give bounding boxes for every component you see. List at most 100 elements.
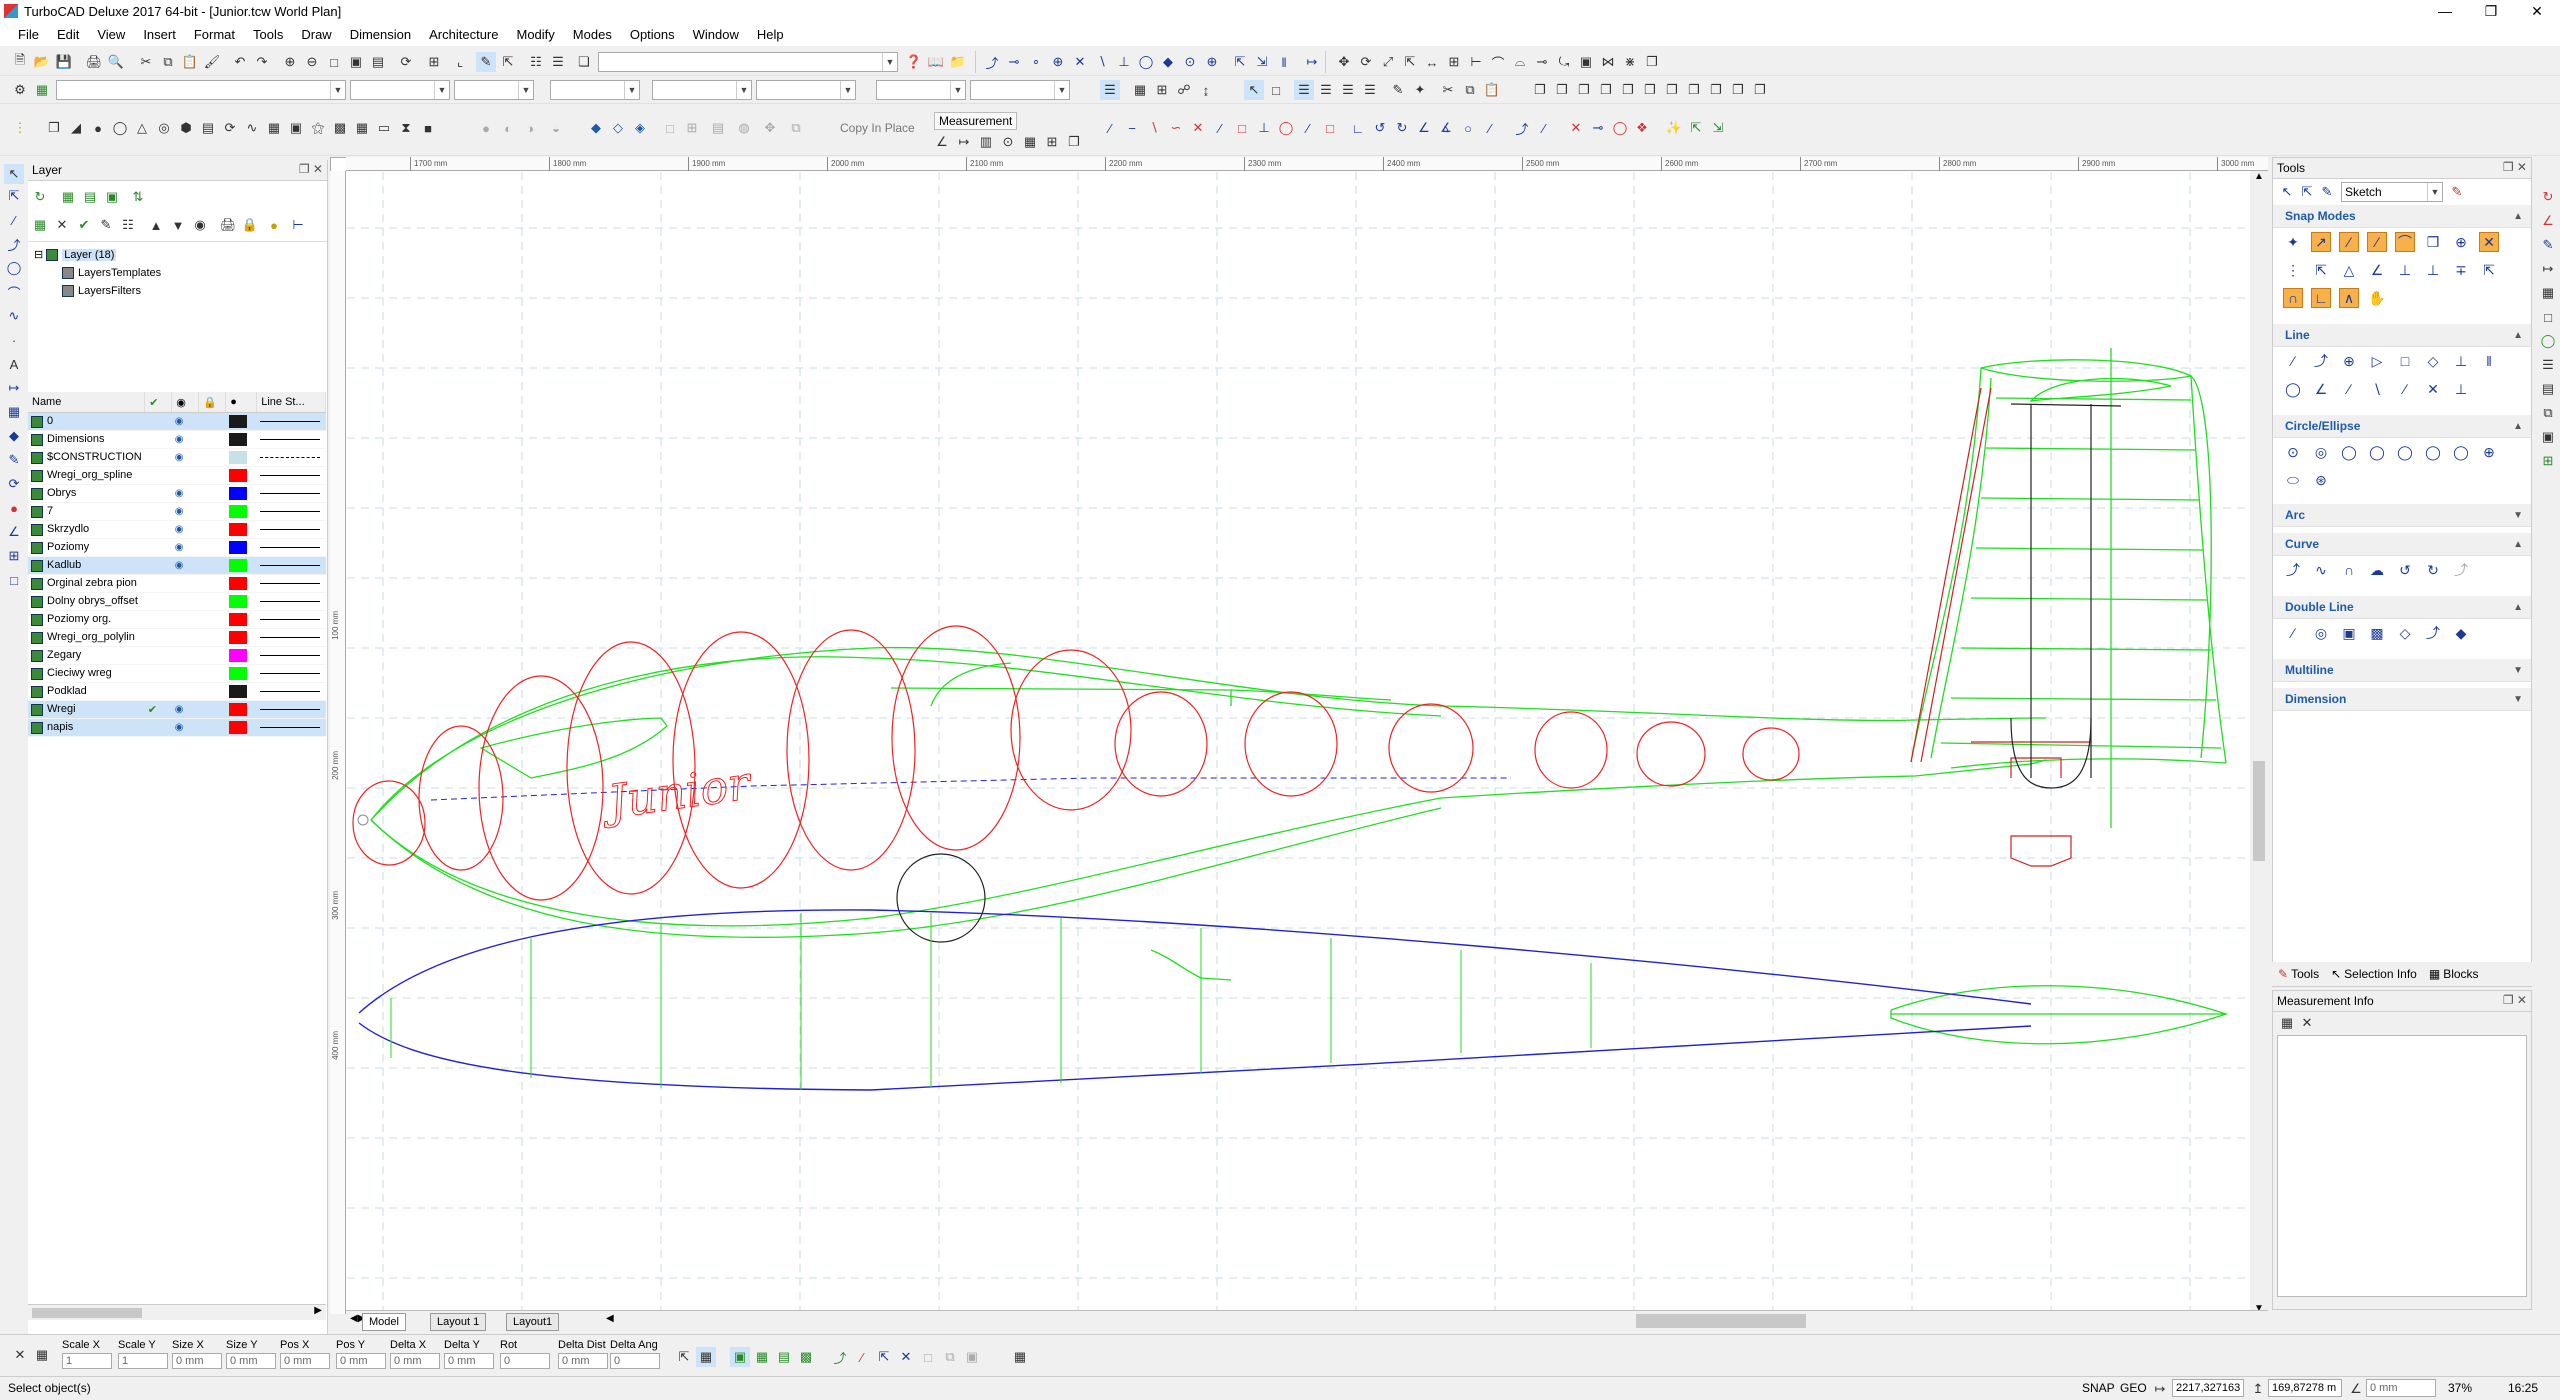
print-icon[interactable]: 🖨: [84, 52, 104, 72]
explode-icon[interactable]: ▣: [1576, 52, 1596, 72]
layer-color-swatch[interactable]: [225, 592, 257, 611]
layer-color-swatch[interactable]: [225, 556, 257, 575]
status-coord-y[interactable]: 169,87278 m: [2268, 1379, 2342, 1397]
layer-lock-cell[interactable]: [198, 592, 226, 611]
coord-tool8-icon[interactable]: ∕: [852, 1347, 872, 1367]
layer-lock-cell[interactable]: [198, 448, 226, 467]
wand-icon[interactable]: ✦: [1410, 80, 1430, 100]
line-tool9-icon[interactable]: ∕: [1298, 118, 1318, 138]
layer-visible-eye-icon[interactable]: ◉: [171, 502, 199, 521]
folder-icon[interactable]: 📁: [948, 52, 968, 72]
ortho-icon[interactable]: ⌞: [450, 52, 470, 72]
surface-icon[interactable]: ▭: [374, 118, 394, 138]
curve-disabled-icon[interactable]: ⤴: [2451, 560, 2471, 580]
fuselage-frame[interactable]: [1388, 703, 1474, 793]
solid-icon[interactable]: ■: [418, 118, 438, 138]
modify-tool9-icon[interactable]: ∕: [1534, 118, 1554, 138]
snap-quadrant-icon[interactable]: ⊕: [1048, 52, 1068, 72]
modify-tool13-icon[interactable]: ❖: [1632, 118, 1652, 138]
new-file-icon[interactable]: 🗎: [10, 52, 30, 72]
meas-pin-close-icon[interactable]: ❐ ✕: [2503, 993, 2527, 1007]
hatch-icon[interactable]: ▦: [4, 402, 24, 422]
snap-toggle-icon[interactable]: ⊞: [1152, 80, 1172, 100]
layer-active-check-icon[interactable]: [144, 628, 172, 647]
coord-tool10-icon[interactable]: ✕: [896, 1347, 916, 1367]
rs-circle-icon[interactable]: ◯: [2538, 331, 2558, 351]
layer-new-icon[interactable]: ▦: [58, 187, 78, 207]
layer-check-icon[interactable]: ✔: [74, 215, 94, 235]
layer-delete-icon[interactable]: ✕: [52, 215, 72, 235]
modify-tool1-icon[interactable]: ∟: [1348, 118, 1368, 138]
dline-cap-icon[interactable]: ⤴: [2423, 623, 2443, 643]
dline-rect-icon[interactable]: ▩: [2367, 623, 2387, 643]
layer-line-style[interactable]: [256, 682, 326, 701]
coord-tool6-icon[interactable]: ▩: [796, 1347, 816, 1367]
layer-active-check-icon[interactable]: [144, 664, 172, 683]
coord-tool13-icon[interactable]: ▣: [962, 1347, 982, 1367]
layer-color-swatch[interactable]: [225, 682, 257, 701]
layer-active-check-icon[interactable]: [144, 466, 172, 485]
layer-sync-icon[interactable]: ⇅: [128, 187, 148, 207]
pencil-edit-icon[interactable]: ✎: [1388, 80, 1408, 100]
line-angle-icon[interactable]: ∠: [2311, 379, 2331, 399]
layer-lock-cell[interactable]: [198, 538, 226, 557]
book-icon[interactable]: 📖: [926, 52, 946, 72]
coord-input[interactable]: 0 mm: [444, 1353, 494, 1369]
transform-icon[interactable]: ⊞: [4, 546, 24, 566]
tree-root[interactable]: ⊟ Layer (18): [34, 246, 327, 264]
boolean-add-icon[interactable]: ●: [476, 118, 496, 138]
coord-tool1-icon[interactable]: ⇱: [674, 1347, 694, 1367]
pattern-combo[interactable]: ▼: [876, 80, 966, 100]
rs-text-icon[interactable]: ✎: [2538, 235, 2558, 255]
open-folder-icon[interactable]: 📂: [32, 52, 52, 72]
coord-input[interactable]: 0 mm: [390, 1353, 440, 1369]
layer-line-style[interactable]: [256, 538, 326, 557]
layer-lock-cell[interactable]: [198, 556, 226, 575]
select-pencil-icon[interactable]: ✎: [476, 52, 496, 72]
panel-pin-close-icon[interactable]: ❐ ✕: [299, 162, 323, 176]
layer-line-style[interactable]: [256, 700, 326, 719]
layer-lock-cell[interactable]: [198, 664, 226, 683]
material-icon[interactable]: ◆: [586, 118, 606, 138]
layer-lock-cell[interactable]: [198, 484, 226, 503]
snap-magnet-on-icon[interactable]: ∩: [2283, 288, 2303, 308]
layer-style-icon[interactable]: ⊢: [288, 215, 308, 235]
status-dist[interactable]: 0 mm: [2366, 1379, 2436, 1397]
layer-copy-icon[interactable]: ▣: [102, 187, 122, 207]
layer-active-check-icon[interactable]: ✔: [144, 700, 172, 719]
snap-tool2-icon[interactable]: ⇱: [1686, 118, 1706, 138]
snap-intersection-icon[interactable]: ✕: [1070, 52, 1090, 72]
ellipse-rot-icon[interactable]: ⊛: [2311, 470, 2331, 490]
curve-revcloud-icon[interactable]: ☁: [2367, 560, 2387, 580]
coord-input[interactable]: 0 mm: [226, 1353, 276, 1369]
line-tool5-icon[interactable]: ✕: [1188, 118, 1208, 138]
array-icon[interactable]: ⊞: [1444, 52, 1464, 72]
copy-place-icon[interactable]: ⧉: [786, 118, 806, 138]
measure-area-icon[interactable]: ▥: [976, 132, 996, 152]
layer-row[interactable]: Wregi_org_spline: [28, 466, 326, 485]
measure-angle-icon[interactable]: ∠: [932, 132, 952, 152]
line-normal-icon[interactable]: ∖: [2367, 379, 2387, 399]
mirror-icon[interactable]: ⤢: [1378, 52, 1398, 72]
curve-cubic-icon[interactable]: ∩: [2339, 560, 2359, 580]
insert-icon[interactable]: ↨: [1196, 80, 1216, 100]
layer-lock-cell[interactable]: [198, 718, 226, 737]
modify-tool7-icon[interactable]: ∕: [1480, 118, 1500, 138]
coord-tool4-icon[interactable]: ▦: [752, 1347, 772, 1367]
measure-grid-icon[interactable]: ⊞: [1042, 132, 1062, 152]
expand-icon[interactable]: ▼: [2513, 665, 2523, 676]
collapse-icon[interactable]: ▲: [2513, 421, 2523, 432]
layer-add-icon[interactable]: ▦: [30, 215, 50, 235]
layer-visible-eye-icon[interactable]: ◉: [171, 430, 199, 449]
break-icon[interactable]: ⋇: [1620, 52, 1640, 72]
coord-tool12-icon[interactable]: ⧉: [940, 1347, 960, 1367]
menu-options[interactable]: Options: [622, 27, 685, 42]
layer-active-check-icon[interactable]: [144, 682, 172, 701]
snap-grid-icon[interactable]: ⊞: [424, 52, 444, 72]
stack-alt3-icon[interactable]: ☰: [1360, 80, 1380, 100]
snap-vertex-icon[interactable]: ◆: [1158, 52, 1178, 72]
layer-lock-cell[interactable]: [198, 700, 226, 719]
line-multi-icon[interactable]: ⤴: [2311, 351, 2331, 371]
layer-visible-eye-icon[interactable]: [171, 610, 199, 629]
layer-line-style[interactable]: [256, 646, 326, 665]
